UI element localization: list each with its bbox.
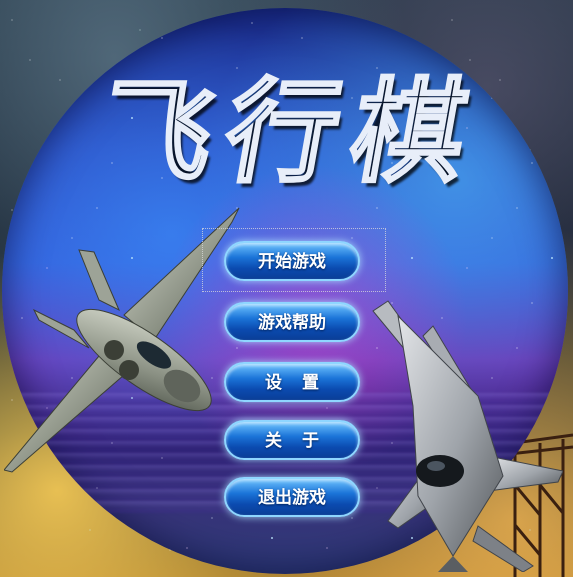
start-game-button[interactable]: 开始游戏 <box>224 241 360 281</box>
fighter-jet-right-icon <box>372 300 563 572</box>
game-screen: 飞行棋 开始游戏 游戏帮助 设置 关于 退出游戏 <box>0 0 573 577</box>
game-title: 飞行棋 <box>17 58 563 208</box>
exit-game-button[interactable]: 退出游戏 <box>224 477 360 517</box>
fighter-jet-left-icon <box>4 207 240 473</box>
about-button[interactable]: 关于 <box>224 420 360 460</box>
game-help-button[interactable]: 游戏帮助 <box>224 302 360 342</box>
settings-button[interactable]: 设置 <box>224 362 360 402</box>
